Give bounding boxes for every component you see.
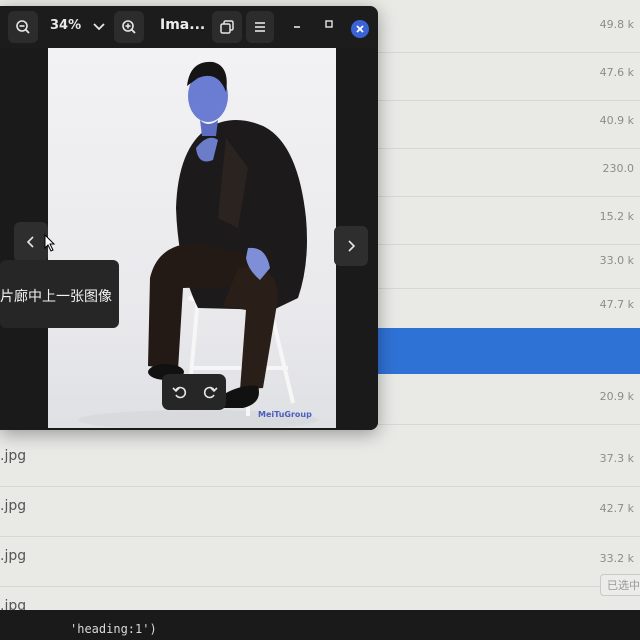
chevron-left-icon <box>26 236 34 248</box>
file-size: 42.7 k <box>599 502 634 515</box>
file-size: 230.0 <box>602 162 635 175</box>
file-size: 33.0 k <box>599 254 634 267</box>
rotate-left-icon <box>172 386 187 399</box>
hamburger-menu-icon <box>255 22 265 32</box>
zoom-in-button[interactable] <box>114 11 144 43</box>
close-button[interactable] <box>351 20 369 38</box>
window-title: Ima... <box>160 17 206 33</box>
rotate-toolbar <box>162 374 226 410</box>
file-name: .jpg <box>0 448 27 464</box>
displayed-photo <box>48 48 336 428</box>
minimize-icon <box>294 26 300 28</box>
image-viewer-window: 34% Ima... MeiTuGroup 片廊中上一张图像 <box>0 6 378 430</box>
zoom-out-button[interactable] <box>8 11 38 43</box>
mouse-pointer-icon <box>44 234 56 252</box>
zoom-in-icon <box>122 20 136 34</box>
chevron-right-icon <box>348 240 356 252</box>
file-size: 47.6 k <box>599 66 634 79</box>
file-size: 15.2 k <box>599 210 634 223</box>
rotate-left-button[interactable] <box>170 382 190 402</box>
file-list-row[interactable]: .jpg 42.7 k <box>0 486 640 537</box>
file-size: 47.7 k <box>599 298 634 311</box>
next-image-button[interactable] <box>334 226 368 266</box>
rotate-right-button[interactable] <box>200 382 220 402</box>
chevron-down-icon[interactable] <box>92 20 106 34</box>
viewer-header: 34% Ima... <box>0 6 378 48</box>
file-size: 37.3 k <box>599 452 634 465</box>
status-pill: 已选中 <box>600 574 640 596</box>
rotate-right-icon <box>203 386 218 399</box>
menu-button[interactable] <box>246 11 274 43</box>
man-sitting-on-stool-illustration <box>78 61 318 428</box>
file-name: .jpg <box>0 548 27 564</box>
file-size: 33.2 k <box>599 552 634 565</box>
file-list-row[interactable]: .jpg 33.2 k <box>0 536 640 587</box>
photo-watermark: MeiTuGroup <box>258 410 312 419</box>
file-size: 40.9 k <box>599 114 634 127</box>
maximize-button[interactable] <box>320 18 338 36</box>
file-size: 49.8 k <box>599 18 634 31</box>
copy-icon <box>220 20 234 34</box>
terminal-text: 'heading:1') <box>70 622 157 636</box>
file-size: 20.9 k <box>599 390 634 403</box>
close-icon <box>356 25 364 33</box>
copy-button[interactable] <box>212 11 242 43</box>
tooltip-text: 片廊中上一张图像 <box>0 289 112 305</box>
minimize-button[interactable] <box>288 18 306 36</box>
maximize-icon <box>325 20 333 28</box>
terminal-panel[interactable]: 'heading:1') <box>0 610 640 640</box>
file-list-row[interactable]: .jpg 37.3 k <box>0 436 640 487</box>
zoom-out-icon <box>16 20 30 34</box>
image-canvas: MeiTuGroup <box>0 48 378 430</box>
zoom-level[interactable]: 34% <box>50 18 81 33</box>
previous-image-tooltip: 片廊中上一张图像 <box>0 260 120 328</box>
file-name: .jpg <box>0 498 27 514</box>
previous-image-button[interactable] <box>14 222 48 262</box>
